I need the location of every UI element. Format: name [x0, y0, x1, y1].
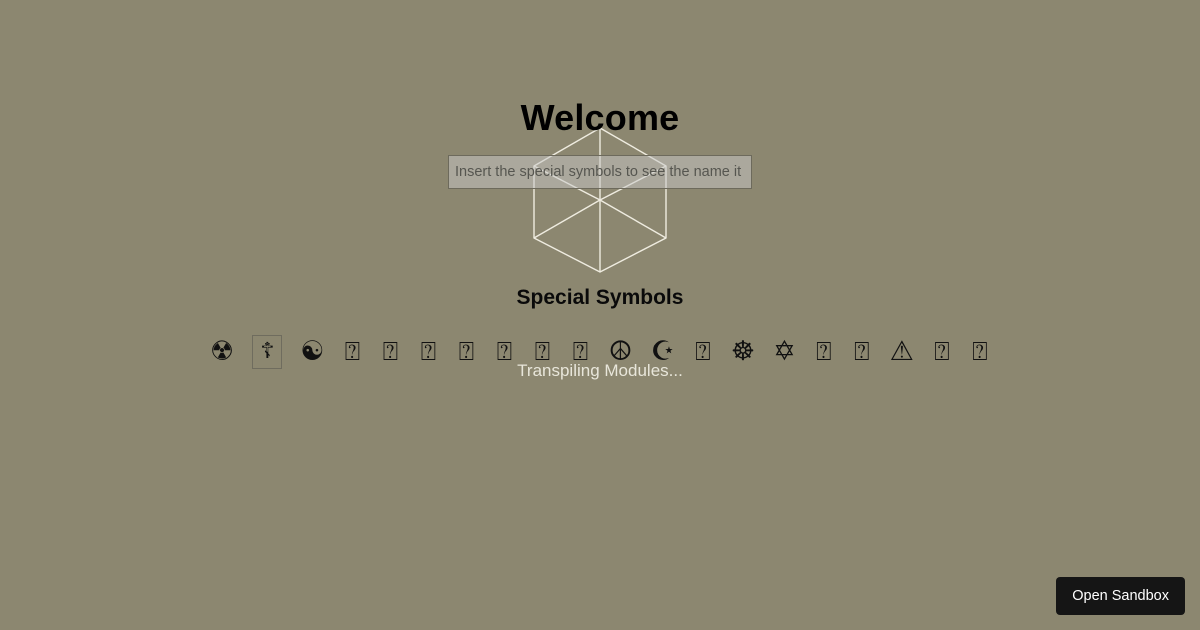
missing-glyph-symbol-10[interactable]: ⍰ [852, 335, 872, 369]
missing-glyph-symbol-7[interactable]: ⍰ [570, 335, 590, 369]
yin-yang-symbol[interactable]: ☯ [300, 335, 324, 369]
missing-glyph-symbol-2[interactable]: ⍰ [380, 335, 400, 369]
star-and-crescent-symbol[interactable]: ☪ [651, 335, 675, 369]
page-title: Welcome [520, 97, 680, 138]
section-title-special-symbols: Special Symbols [516, 286, 684, 309]
star-of-david-symbol[interactable]: ✡ [773, 335, 796, 369]
missing-glyph-symbol-4[interactable]: ⍰ [456, 335, 476, 369]
missing-glyph-symbol-12[interactable]: ⍰ [970, 335, 990, 369]
search-input[interactable] [448, 155, 752, 189]
orthodox-cross-symbol[interactable]: ☦ [252, 335, 283, 369]
missing-glyph-symbol-1[interactable]: ⍰ [342, 335, 362, 369]
app-root: Welcome Special Symbols ☢ ☦ ☯ ⍰ ⍰ ⍰ ⍰ ⍰ ⍰ ⍰ ☮ ☪ ⍰ ☸ ✡ ⍰… [0, 0, 1200, 630]
missing-glyph-symbol-5[interactable]: ⍰ [494, 335, 514, 369]
search-field-wrapper [0, 155, 1200, 191]
missing-glyph-symbol-3[interactable]: ⍰ [418, 335, 438, 369]
warning-sign-symbol[interactable]: ⚠ [890, 335, 914, 369]
special-symbols-list: ☢ ☦ ☯ ⍰ ⍰ ⍰ ⍰ ⍰ ⍰ ⍰ ☮ ☪ ⍰ ☸ ✡ ⍰ ⍰ ⚠ ⍰ ⍰ [0, 335, 1200, 369]
missing-glyph-symbol-8[interactable]: ⍰ [693, 335, 713, 369]
radioactive-sign-symbol[interactable]: ☢ [210, 335, 234, 369]
missing-glyph-symbol-11[interactable]: ⍰ [932, 335, 952, 369]
open-sandbox-button[interactable]: Open Sandbox [1056, 577, 1185, 615]
peace-sign-symbol[interactable]: ☮ [608, 335, 632, 369]
wheel-of-dharma-symbol[interactable]: ☸ [731, 335, 755, 369]
missing-glyph-symbol-9[interactable]: ⍰ [814, 335, 834, 369]
missing-glyph-symbol-6[interactable]: ⍰ [532, 335, 552, 369]
